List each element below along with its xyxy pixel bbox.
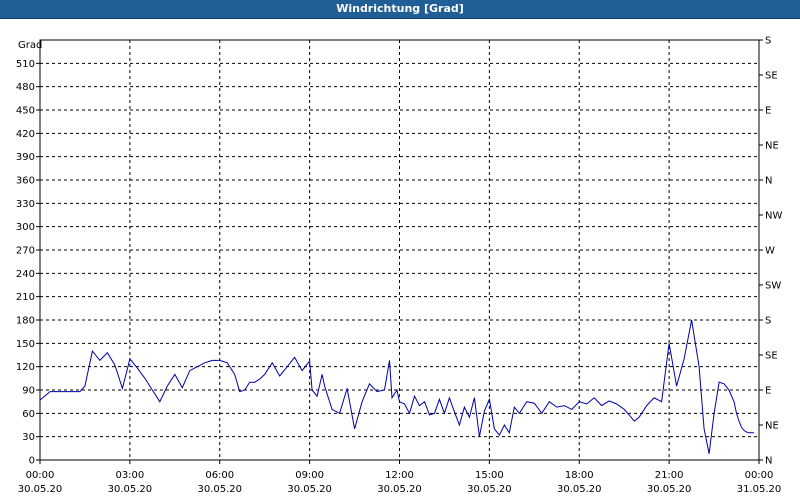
right-tick-label: N (765, 176, 772, 187)
left-tick-label: 300 (16, 222, 35, 233)
x-tick-time-label: 00:00 (26, 470, 55, 481)
line-chart: 0 30 60 90 120 150 180 210 240 270 300 330 360 390 420… (16, 36, 783, 496)
left-tick-label: 210 (16, 292, 35, 303)
x-tick-time-label: 21:00 (655, 470, 684, 481)
left-tick-label: 450 (16, 106, 35, 117)
right-tick-label: SW (765, 281, 781, 292)
x-tick-time-label: 03:00 (115, 470, 144, 481)
left-axis-ticks: 0 30 60 90 120 150 180 210 240 270 300 330 360 390 420… (16, 59, 40, 467)
left-tick-label: 0 (29, 456, 35, 467)
left-tick-label: 120 (16, 362, 35, 373)
x-axis-ticks: 00:00 30.05.20 03:00 30.05.20 06:00 30.05.20 0… (18, 460, 782, 495)
right-tick-label: NW (765, 211, 782, 222)
right-axis-ticks: N NE E SE S SW W NW N NE E SE S (759, 36, 782, 467)
x-tick-time-label: 09:00 (295, 470, 324, 481)
x-tick-time-label: 18:00 (565, 470, 594, 481)
x-tick-date-label: 30.05.20 (647, 484, 692, 495)
right-tick-label: NE (765, 421, 779, 432)
left-tick-label: 420 (16, 129, 35, 140)
right-tick-label: S (765, 316, 771, 327)
right-tick-label: S (765, 36, 771, 47)
x-tick-time-label: 00:00 (745, 470, 774, 481)
right-tick-label: W (765, 246, 775, 257)
right-tick-label: N (765, 456, 772, 467)
x-tick-date-label: 30.05.20 (287, 484, 332, 495)
x-tick-date-label: 30.05.20 (557, 484, 602, 495)
x-tick-date-label: 31.05.20 (737, 484, 782, 495)
left-tick-label: 150 (16, 339, 35, 350)
left-tick-label: 270 (16, 246, 35, 257)
right-tick-label: E (765, 386, 771, 397)
right-tick-label: E (765, 106, 771, 117)
x-tick-time-label: 06:00 (205, 470, 234, 481)
left-tick-label: 360 (16, 176, 35, 187)
x-tick-date-label: 30.05.20 (108, 484, 153, 495)
left-tick-label: 30 (22, 432, 35, 443)
left-tick-label: 180 (16, 316, 35, 327)
left-tick-label: 480 (16, 82, 35, 93)
left-tick-label: 240 (16, 269, 35, 280)
left-tick-label: 90 (22, 386, 35, 397)
x-tick-time-label: 15:00 (475, 470, 504, 481)
y-axis-label: Grad (18, 40, 42, 51)
x-tick-time-label: 12:00 (385, 470, 414, 481)
x-tick-date-label: 30.05.20 (377, 484, 422, 495)
left-tick-label: 390 (16, 152, 35, 163)
x-tick-date-label: 30.05.20 (467, 484, 512, 495)
x-tick-date-label: 30.05.20 (18, 484, 63, 495)
left-tick-label: 330 (16, 199, 35, 210)
right-tick-label: SE (765, 71, 778, 82)
left-tick-label: 510 (16, 59, 35, 70)
left-tick-label: 60 (22, 409, 35, 420)
right-tick-label: NE (765, 141, 779, 152)
right-tick-label: SE (765, 351, 778, 362)
x-tick-date-label: 30.05.20 (197, 484, 242, 495)
